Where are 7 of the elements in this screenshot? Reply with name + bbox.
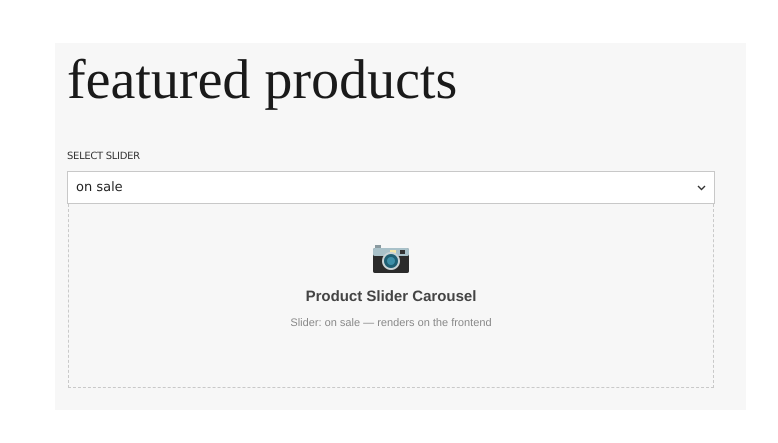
page-title: featured products bbox=[67, 48, 458, 113]
chevron-down-icon bbox=[697, 184, 706, 190]
slider-select[interactable]: on sale bbox=[67, 171, 715, 204]
camera-icon bbox=[372, 244, 410, 274]
field-label: SELECT SLIDER bbox=[67, 151, 141, 162]
preview-caption: Slider: on sale — renders on the frontend bbox=[290, 317, 492, 329]
preview-heading: Product Slider Carousel bbox=[306, 288, 476, 305]
